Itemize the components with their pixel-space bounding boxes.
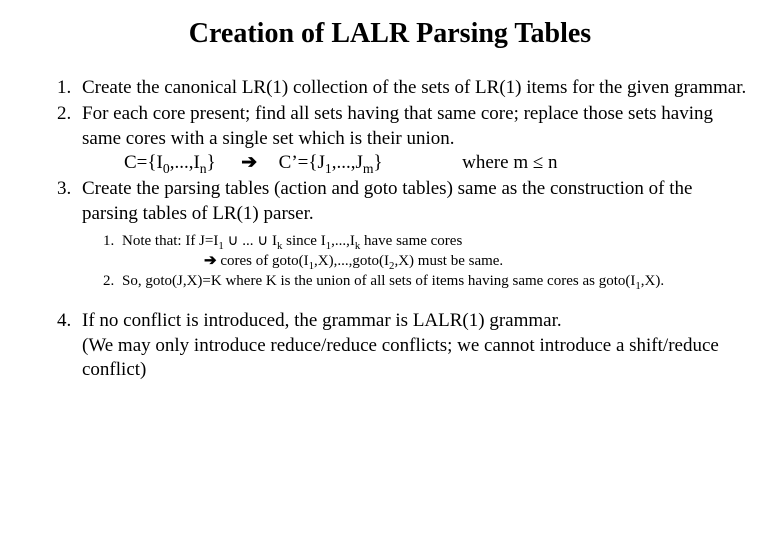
c-set-close: } <box>207 152 216 173</box>
cprime-set-mid: ,...,J <box>332 152 363 173</box>
c-set-pre: C={I <box>124 152 163 173</box>
so-a: So, goto(J,X)=K where K is the union of … <box>122 273 635 289</box>
where-clause: where m ≤ n <box>462 152 557 173</box>
cprime-set-pre: C’={J <box>279 152 325 173</box>
sub-list: Note that: If J=I1 ∪ ... ∪ Ik since I1,.… <box>82 232 752 292</box>
item-3-text: Create the parsing tables (action and go… <box>82 178 692 223</box>
item-2-text: For each core present; find all sets hav… <box>82 103 713 148</box>
idx-zero: 0 <box>163 161 170 176</box>
sub-item-note: Note that: If J=I1 ∪ ... ∪ Ik since I1,.… <box>118 232 752 272</box>
goto-c: ,X) must be same. <box>394 253 503 269</box>
note-b: ∪ ... ∪ I <box>224 233 277 249</box>
item-4: If no conflict is introduced, the gramma… <box>76 309 752 382</box>
item-2: For each core present; find all sets hav… <box>76 102 752 175</box>
arrow-icon: ➔ <box>204 252 217 269</box>
so-b: ,X). <box>641 273 664 289</box>
main-list: Create the canonical LR(1) collection of… <box>28 76 752 382</box>
idx-n: n <box>200 161 207 176</box>
page-title: Creation of LALR Parsing Tables <box>28 18 752 50</box>
item-1-text: Create the canonical LR(1) collection of… <box>82 77 746 98</box>
item-2-formula: C={I0,...,In} ➔ C’={J1,...,Jm} where m ≤… <box>82 151 752 175</box>
note-a: Note that: If J=I <box>122 233 218 249</box>
note-c: since I <box>282 233 325 249</box>
item-4-line2: (We may only introduce reduce/reduce con… <box>82 335 719 380</box>
note-e: have same cores <box>360 233 462 249</box>
note-line2: ➔ cores of goto(I1,X),...,goto(I2,X) mus… <box>122 251 752 272</box>
arrow-icon: ➔ <box>241 152 257 173</box>
c-set-mid: ,...,I <box>170 152 200 173</box>
goto-a: cores of goto(I <box>217 253 309 269</box>
goto-b: ,X),...,goto(I <box>314 253 389 269</box>
sub-item-so: So, goto(J,X)=K where K is the union of … <box>118 272 752 292</box>
idx-m: m <box>363 161 374 176</box>
note-d: ,...,I <box>331 233 355 249</box>
item-1: Create the canonical LR(1) collection of… <box>76 76 752 100</box>
cprime-set-close: } <box>374 152 383 173</box>
slide-page: Creation of LALR Parsing Tables Create t… <box>0 0 780 404</box>
idx-one: 1 <box>325 161 332 176</box>
item-3: Create the parsing tables (action and go… <box>76 177 752 291</box>
item-4-line1: If no conflict is introduced, the gramma… <box>82 310 562 331</box>
